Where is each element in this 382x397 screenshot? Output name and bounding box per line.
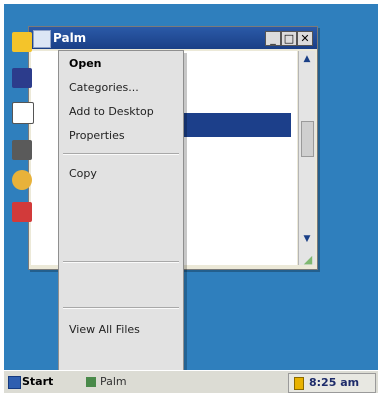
menu-item-categories[interactable]: Categories... bbox=[69, 81, 139, 94]
start-icon bbox=[8, 376, 21, 389]
taskbar-item-palm[interactable]: Palm bbox=[84, 374, 184, 390]
menu-item-add-to-desktop[interactable]: Add to Desktop bbox=[69, 105, 154, 118]
scroll-up-icon[interactable]: ▲ bbox=[299, 51, 315, 67]
resize-grip-icon[interactable]: ◢ bbox=[301, 253, 315, 267]
system-tray: 8:25 am bbox=[288, 373, 376, 393]
menu-item-copy[interactable]: Copy bbox=[69, 167, 97, 180]
close-button[interactable]: ✕ bbox=[297, 31, 313, 46]
list-icons bbox=[12, 32, 34, 242]
menu-separator bbox=[63, 153, 179, 155]
taskbar-item-label: Palm bbox=[100, 375, 127, 388]
window-titlebar[interactable]: Palm _ □ ✕ bbox=[29, 27, 317, 49]
maximize-button[interactable]: □ bbox=[281, 31, 297, 46]
menu-separator bbox=[63, 307, 179, 309]
open-folder-icon bbox=[12, 32, 32, 52]
start-label: Start bbox=[22, 375, 54, 388]
scroll-down-icon[interactable]: ▼ bbox=[299, 231, 315, 247]
menu-item-view-all-files[interactable]: View All Files bbox=[69, 323, 140, 336]
desktop: Palm _ □ ✕ ▲ ▼ ◢ Open Categories... Add … bbox=[4, 4, 378, 393]
check-app-icon bbox=[12, 202, 32, 222]
selected-list-item[interactable] bbox=[181, 113, 291, 137]
minimize-button[interactable]: _ bbox=[265, 31, 281, 46]
document-icon bbox=[12, 102, 34, 124]
palm-app-icon bbox=[86, 377, 96, 387]
window-app-icon bbox=[33, 30, 51, 48]
window-title: Palm bbox=[53, 31, 87, 45]
categories-icon bbox=[12, 68, 32, 88]
menu-item-properties[interactable]: Properties bbox=[69, 129, 125, 142]
taskbar: Start Palm 8:25 am bbox=[4, 370, 378, 393]
menu-separator bbox=[63, 261, 179, 263]
battery-icon[interactable] bbox=[294, 377, 304, 390]
context-menu: Open Categories... Add to Desktop Proper… bbox=[58, 50, 184, 382]
monitor-icon bbox=[12, 140, 32, 160]
scroll-thumb[interactable] bbox=[301, 121, 314, 157]
menu-item-open[interactable]: Open bbox=[69, 57, 102, 70]
start-button[interactable]: Start bbox=[6, 373, 54, 391]
clock[interactable]: 8:25 am bbox=[309, 376, 359, 389]
vertical-scrollbar[interactable]: ▲ ▼ bbox=[298, 51, 315, 265]
clock-icon bbox=[12, 170, 32, 190]
